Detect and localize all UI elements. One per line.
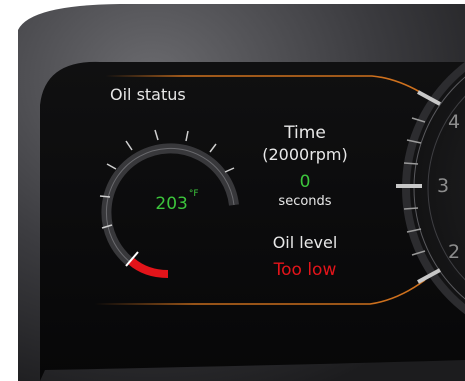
- time-title: Time: [284, 123, 326, 143]
- time-unit: seconds: [278, 194, 332, 209]
- oil-temperature-unit: °F: [188, 189, 199, 200]
- instrument-cluster-display: Oil status 203°F Time (2000rpm) 0 second…: [0, 0, 465, 381]
- time-value: 0: [299, 172, 311, 192]
- oil-temperature-value: 203: [155, 194, 188, 214]
- oil-level-status: Too low: [273, 260, 337, 280]
- tach-number-3: 3: [437, 175, 450, 197]
- oil-level-title: Oil level: [272, 233, 338, 252]
- tach-number-2: 2: [448, 241, 461, 263]
- oil-status-title: Oil status: [110, 85, 186, 104]
- time-rpm-label: (2000rpm): [262, 145, 348, 164]
- cluster-background: [0, 0, 465, 381]
- tach-number-4: 4: [448, 111, 461, 133]
- oil-temperature-readout: 203°F: [140, 190, 214, 214]
